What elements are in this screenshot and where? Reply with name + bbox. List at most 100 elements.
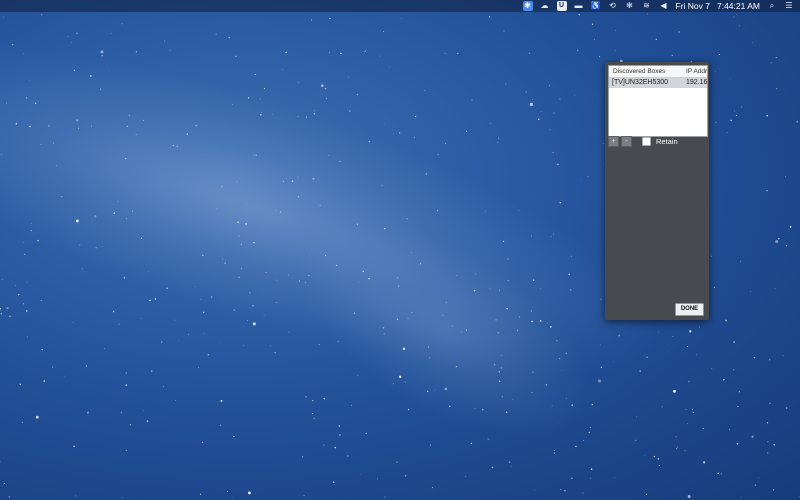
star [89,74,92,77]
star [465,130,468,132]
notification-center-icon[interactable]: ☰ [784,1,794,11]
star [603,143,605,145]
star [570,255,572,257]
star [461,331,462,333]
star [725,320,727,322]
menu-bar-clock[interactable]: 7:44:21 AM [717,0,760,12]
star [568,273,570,276]
star [532,371,534,373]
star [636,416,638,418]
star [195,286,196,288]
add-box-button[interactable]: + [608,135,619,147]
star [91,125,93,127]
column-header-discovered-boxes[interactable]: Discovered Boxes [613,68,665,75]
accessibility-icon[interactable]: ♿ [591,1,601,11]
star [644,454,646,456]
star [247,491,251,495]
star [123,277,126,279]
star [211,296,213,298]
volume-icon[interactable]: ◀ [659,1,669,11]
star [497,331,500,334]
star [737,405,739,407]
display-icon[interactable]: ▬ [574,1,584,11]
star [550,326,552,328]
column-header-ip-address[interactable]: IP Addr [686,68,707,75]
star [751,42,753,44]
shield-u-icon[interactable]: U [556,1,567,11]
star [684,450,686,452]
star [3,482,6,485]
star [121,497,123,499]
star [172,144,174,147]
star [507,258,509,260]
star [95,247,97,249]
star [559,358,561,360]
star [202,254,204,257]
star [235,55,237,58]
star [143,410,144,412]
star [23,241,25,243]
star [384,228,386,230]
star [53,142,55,144]
star [427,346,429,348]
star [407,317,409,319]
star [275,302,277,303]
star [232,104,233,105]
box-name-cell: [TV]UN32EH5300 [612,79,669,86]
star [678,31,680,33]
star [376,478,379,480]
star [321,84,324,87]
discovery-panel: Discovered Boxes IP Addr [TV]UN32EH5300 … [605,62,709,320]
star [702,461,706,464]
star [270,345,271,347]
table-row[interactable]: [TV]UN32EH5300 192.16 [609,78,707,88]
star [349,110,351,112]
star [9,315,11,317]
star [401,241,403,243]
star [0,307,1,310]
cloud-sync-icon[interactable]: ☁ [540,1,550,11]
star [655,38,657,40]
star [444,53,446,55]
star [186,133,188,135]
star [146,420,149,423]
done-button[interactable]: DONE [675,303,704,316]
star [1,278,3,280]
bluetooth-icon[interactable]: ✻ [625,1,635,11]
star [398,375,402,378]
star [402,347,406,351]
star [729,428,731,430]
star [260,114,262,116]
star [219,342,221,343]
spotlight-search-icon[interactable]: ⌕ [767,1,777,11]
retain-checkbox[interactable] [642,136,651,146]
star [112,310,115,313]
star [272,113,274,115]
star [561,370,563,371]
star [413,136,415,138]
retain-checkbox-label[interactable]: Retain [656,137,678,146]
star [465,329,467,331]
star [597,379,602,383]
star [228,37,230,39]
star [599,56,600,58]
star [236,181,238,182]
time-machine-icon[interactable]: ⟲ [608,1,618,11]
star [356,94,358,96]
discovered-boxes-table[interactable]: Discovered Boxes IP Addr [TV]UN32EH5300 … [608,65,708,137]
remove-box-button[interactable]: - [621,135,632,147]
star [574,94,576,96]
star [687,494,691,499]
star [11,43,14,46]
star [125,384,128,386]
star [339,160,341,162]
star [497,141,499,143]
star [495,319,497,321]
star [582,440,584,442]
star [553,112,555,114]
star [769,402,771,404]
star [432,487,434,489]
wifi-icon[interactable]: ≋ [642,1,652,11]
app-status-icon[interactable]: ✱ [522,1,533,11]
menu-bar-date[interactable]: Fri Nov 7 [676,0,710,12]
